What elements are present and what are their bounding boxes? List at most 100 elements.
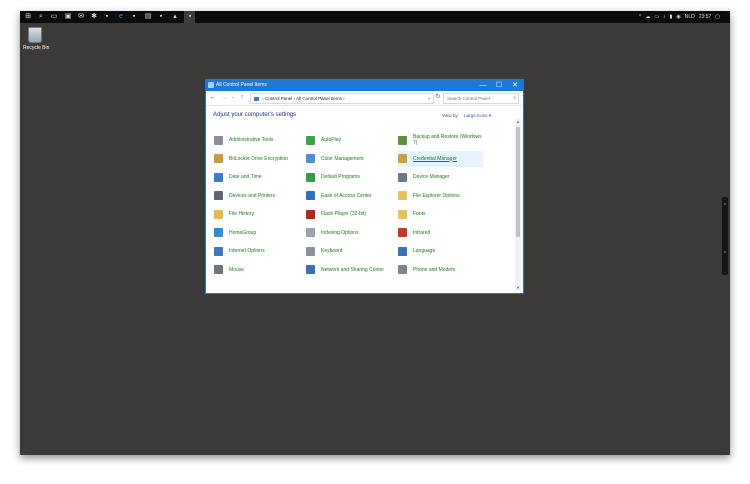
cloud-icon[interactable]: ☁ [645, 14, 650, 20]
view-by-dropdown[interactable]: Large icons ▾ [464, 113, 491, 118]
system-tray: ^ ☁ ▭ ♪ ▮ ◉ NLD 23:57 ▢ [639, 11, 720, 23]
store-icon[interactable]: ▣ [64, 13, 72, 21]
control-panel-item[interactable]: Color Management [306, 151, 391, 167]
control-panel-item[interactable]: File Explorer Options [398, 188, 483, 204]
maximize-button[interactable]: ☐ [491, 80, 507, 91]
control-panel-item[interactable]: Default Programs [306, 169, 391, 185]
control-panel-window: All Control Panel Items — ☐ ✕ ← → ⌄ ↑ › … [205, 79, 524, 294]
control-panel-item-label: Indexing Options [321, 229, 359, 236]
start-icon[interactable]: ⊞ [24, 13, 32, 21]
control-panel-item-label: Network and Sharing Center [321, 266, 385, 273]
control-panel-item[interactable]: Indexing Options [306, 225, 391, 241]
control-panel-item[interactable]: Phone and Modem [398, 262, 483, 278]
control-panel-item[interactable]: HomeGroup [214, 225, 299, 241]
scroll-up-icon[interactable]: ▲ [515, 119, 521, 125]
control-panel-item[interactable]: Language [398, 243, 483, 259]
control-panel-item[interactable]: Administrative Tools [214, 132, 299, 148]
control-panel-item[interactable]: Devices and Printers [214, 188, 299, 204]
control-panel-item[interactable]: File History [214, 206, 299, 222]
language-icon [398, 246, 407, 256]
address-bar[interactable]: › Control Panel › All Control Panel Item… [250, 93, 434, 104]
scroll-thumb[interactable] [516, 127, 520, 237]
edge-handle[interactable] [722, 197, 728, 275]
control-panel-item[interactable]: Device Manager [398, 169, 483, 185]
control-panel-item-label: Default Programs [321, 174, 360, 180]
control-panel-item-label: Devices and Printers [229, 192, 276, 199]
search-input[interactable] [444, 94, 507, 103]
handle-dot [724, 203, 726, 205]
back-icon[interactable]: ← [209, 93, 217, 102]
chevron-down-icon[interactable]: ⌄ [427, 94, 431, 103]
control-panel-item[interactable]: Fonts [398, 206, 483, 222]
task-view-icon[interactable]: ▭ [50, 13, 58, 21]
photos-icon[interactable]: ▪ [130, 13, 138, 21]
breadcrumb-control-panel[interactable]: Control Panel [265, 96, 292, 101]
recent-locations-icon[interactable]: ⌄ [229, 93, 237, 102]
app-icon[interactable]: ▪ [157, 13, 165, 21]
app-icon[interactable]: ▴ [171, 13, 179, 21]
clock[interactable]: 23:57 [699, 14, 712, 20]
breadcrumb-all-items[interactable]: All Control Panel Items [296, 96, 342, 101]
control-panel-item[interactable]: Flash Player (32-bit) [306, 206, 391, 222]
admin-tools-icon [214, 135, 223, 145]
address-bar-row: ← → ⌄ ↑ › Control Panel › All Control Pa… [206, 91, 523, 106]
control-panel-item[interactable]: Network and Sharing Center [306, 262, 391, 278]
search-box[interactable]: ⌕ [443, 93, 519, 104]
control-panel-item[interactable]: Mouse [214, 262, 299, 278]
control-panel-item[interactable]: Keyboard [306, 243, 391, 259]
control-panel-item[interactable]: BitLocker Drive Encryption [214, 151, 299, 167]
recycle-bin[interactable]: Recycle Bin [23, 27, 50, 51]
control-panel-item[interactable]: Date and Time [214, 169, 299, 185]
volume-icon[interactable]: ♪ [663, 14, 666, 20]
control-panel-item-label: File History [229, 211, 255, 217]
refresh-icon[interactable]: ↻ [434, 93, 442, 102]
notifications-icon[interactable]: ▢ [715, 14, 720, 20]
vertical-scrollbar[interactable]: ▲ ▼ [515, 119, 521, 291]
control-panel-item[interactable]: Internet Options [214, 243, 299, 259]
battery-icon[interactable]: ▮ [670, 14, 673, 20]
control-panel-item[interactable]: Infrared [398, 225, 483, 241]
control-panel-item[interactable]: Ease of Access Center [306, 188, 391, 204]
control-panel-item[interactable]: AutoPlay [306, 132, 391, 148]
chevron-up-icon[interactable]: ^ [639, 14, 641, 20]
settings-icon[interactable]: ✱ [90, 13, 98, 21]
minimize-button[interactable]: — [475, 80, 491, 91]
app-icon[interactable]: ▪ [103, 13, 111, 21]
language-indicator[interactable]: NLD [685, 14, 695, 20]
handle-dot [724, 251, 726, 253]
bitlocker-icon [214, 154, 223, 163]
infrared-icon [398, 228, 407, 237]
phone-modem-icon [398, 265, 407, 274]
edge-icon[interactable]: e [117, 13, 125, 21]
explorer-icon[interactable]: ▤ [144, 13, 152, 21]
up-icon[interactable]: ↑ [238, 93, 246, 102]
view-by: View by: Large icons ▾ [442, 113, 491, 119]
control-panel-item-label: Internet Options [229, 248, 265, 254]
file-history-icon [214, 209, 223, 219]
window-title: All Control Panel Items [216, 82, 267, 88]
onedrive-icon[interactable]: ◉ [676, 14, 680, 20]
mail-icon[interactable]: ✉ [77, 13, 85, 21]
close-button[interactable]: ✕ [507, 80, 523, 91]
device-manager-icon [398, 172, 407, 182]
control-panel-item[interactable]: Credential Manager [398, 150, 483, 167]
control-panel-item-label: Backup and Restore (Windows 7) [413, 134, 482, 146]
search-icon[interactable]: ⌕ [513, 94, 516, 103]
search-icon[interactable]: ⌕ [37, 13, 45, 21]
control-panel-item-label: Device Manager [413, 174, 450, 180]
control-panel-item-label: Fonts [413, 211, 426, 217]
network-icon[interactable]: ▭ [654, 14, 659, 20]
title-bar[interactable]: All Control Panel Items — ☐ ✕ [206, 80, 523, 91]
page-title: Adjust your computer's settings [213, 112, 297, 118]
scroll-down-icon[interactable]: ▼ [515, 285, 521, 291]
active-taskbar-item[interactable]: ▪ [184, 11, 195, 23]
backup-icon [398, 135, 407, 145]
control-panel-item-label: Infrared [413, 229, 431, 236]
recycle-bin-label: Recycle Bin [23, 45, 50, 51]
homegroup-icon [214, 228, 223, 237]
forward-icon[interactable]: → [220, 93, 228, 102]
control-panel-item-label: Administrative Tools [229, 137, 274, 143]
control-panel-item[interactable]: Backup and Restore (Windows 7) [398, 132, 483, 148]
mouse-icon [214, 265, 223, 274]
desktop: ⊞ ⌕ ▭ ▣ ✉ ✱ ▪ e ▪ ▤ ▪ ▴ ▪ ^ ☁ ▭ ♪ ▮ ◉ NL… [20, 11, 730, 455]
